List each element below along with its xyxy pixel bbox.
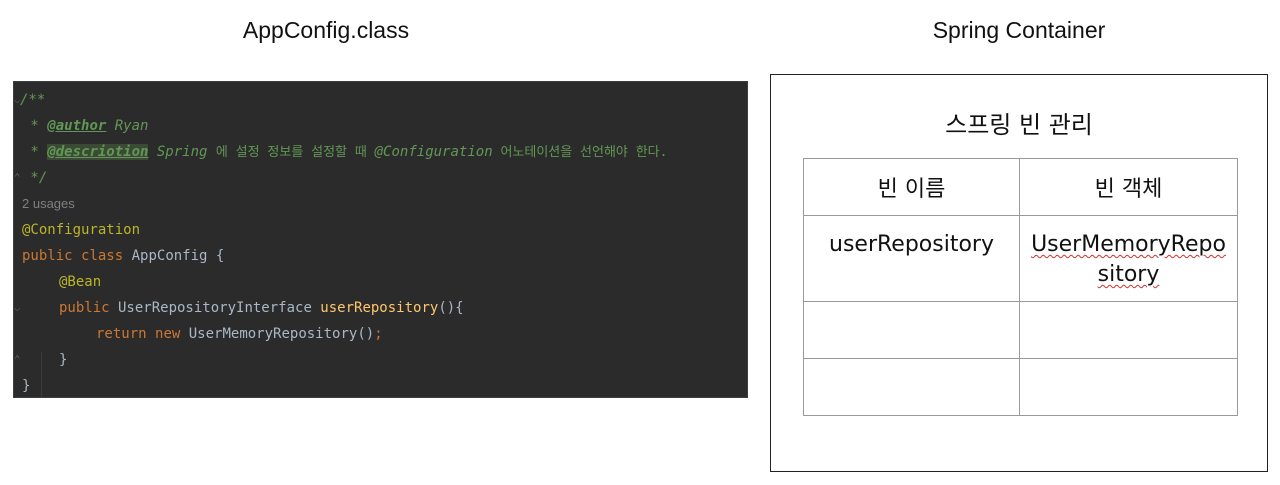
class-close-brace: } bbox=[22, 378, 31, 394]
code-line-12: } bbox=[22, 373, 31, 397]
code-line-1: /** bbox=[20, 87, 45, 113]
class-declaration: AppConfig { bbox=[123, 248, 225, 264]
javadoc-open: /** bbox=[20, 92, 46, 108]
spring-container-heading: Spring Container bbox=[932, 17, 1106, 43]
code-line-6: @Configuration bbox=[22, 217, 140, 243]
code-line-10: return new UserMemoryRepository(); bbox=[96, 321, 383, 347]
fold-icon[interactable]: ⌃ bbox=[14, 165, 22, 191]
code-line-7: public class AppConfig { bbox=[22, 243, 224, 269]
indent-guide bbox=[41, 352, 42, 397]
javadoc-description-tag: @descriotion bbox=[47, 144, 149, 160]
semicolon: ; bbox=[374, 326, 383, 342]
code-line-4: */ bbox=[22, 165, 47, 191]
bean-management-title: 스프링 빈 관리 bbox=[945, 111, 1093, 139]
code-line-8: @Bean bbox=[59, 269, 101, 295]
usages-hint[interactable]: 2 usages bbox=[22, 196, 75, 211]
table-header-row: 빈 이름 빈 객체 bbox=[803, 158, 1238, 216]
table-cell bbox=[803, 358, 1020, 416]
table-cell bbox=[1019, 358, 1238, 416]
table-cell: UserMemoryRepository bbox=[1019, 215, 1238, 302]
header-bean-object: 빈 객체 bbox=[1019, 158, 1238, 216]
keyword-public: public bbox=[59, 300, 110, 316]
javadoc-annotation-text: @Configuration bbox=[374, 144, 493, 160]
method-parens: (){ bbox=[438, 300, 464, 316]
keyword-new: new bbox=[155, 326, 181, 342]
table-cell bbox=[1019, 301, 1238, 359]
code-line-11: } bbox=[59, 347, 67, 373]
fold-icon[interactable]: ⌃ bbox=[14, 347, 22, 373]
table-cell: userRepository bbox=[803, 215, 1020, 302]
code-editor: ⌵ /** * @author Ryan * @descriotion Spri… bbox=[13, 81, 748, 398]
code-line-9: public UserRepositoryInterface userRepos… bbox=[59, 295, 464, 321]
appconfig-heading: AppConfig.class bbox=[242, 17, 410, 43]
header-bean-name: 빈 이름 bbox=[803, 158, 1020, 216]
keyword-class: class bbox=[81, 248, 124, 264]
javadoc-text: Spring bbox=[148, 144, 216, 160]
javadoc-prefix: * bbox=[22, 118, 48, 134]
javadoc-korean-text: 어노테이션을 선언해야 한다. bbox=[492, 145, 668, 160]
constructor-call: UserMemoryRepository() bbox=[180, 326, 375, 342]
keyword-return: return bbox=[96, 326, 147, 342]
method-name: userRepository bbox=[320, 300, 439, 316]
keyword-public: public bbox=[22, 248, 73, 264]
javadoc-author-value: Ryan bbox=[106, 118, 149, 134]
bean-object-value: UserMemoryRepository bbox=[1031, 232, 1226, 287]
return-type: UserRepositoryInterface bbox=[109, 300, 321, 316]
table-cell bbox=[803, 301, 1020, 359]
javadoc-author-tag: @author bbox=[47, 118, 107, 134]
code-line-3: * @descriotion Spring 에 설정 정보를 설정할 때 @Co… bbox=[22, 139, 667, 165]
table-row: userRepository UserMemoryRepository bbox=[803, 215, 1238, 302]
javadoc-prefix: * bbox=[22, 144, 48, 160]
code-line-2: * @author Ryan bbox=[22, 113, 148, 139]
fold-icon[interactable]: ⌵ bbox=[14, 295, 22, 321]
bean-name-value: userRepository bbox=[829, 232, 994, 257]
method-close-brace: } bbox=[59, 352, 68, 368]
bean-annotation: @Bean bbox=[59, 274, 102, 290]
table-row bbox=[803, 358, 1238, 416]
javadoc-close: */ bbox=[22, 170, 48, 186]
javadoc-korean-text: 에 설정 정보를 설정할 때 bbox=[215, 145, 375, 160]
bean-table: 빈 이름 빈 객체 userRepository UserMemoryRepos… bbox=[803, 158, 1238, 416]
code-line-5: 2 usages bbox=[22, 191, 75, 217]
table-row bbox=[803, 301, 1238, 359]
spring-container-box: 스프링 빈 관리 빈 이름 빈 객체 userRepository UserMe… bbox=[770, 74, 1268, 472]
configuration-annotation: @Configuration bbox=[22, 222, 141, 238]
